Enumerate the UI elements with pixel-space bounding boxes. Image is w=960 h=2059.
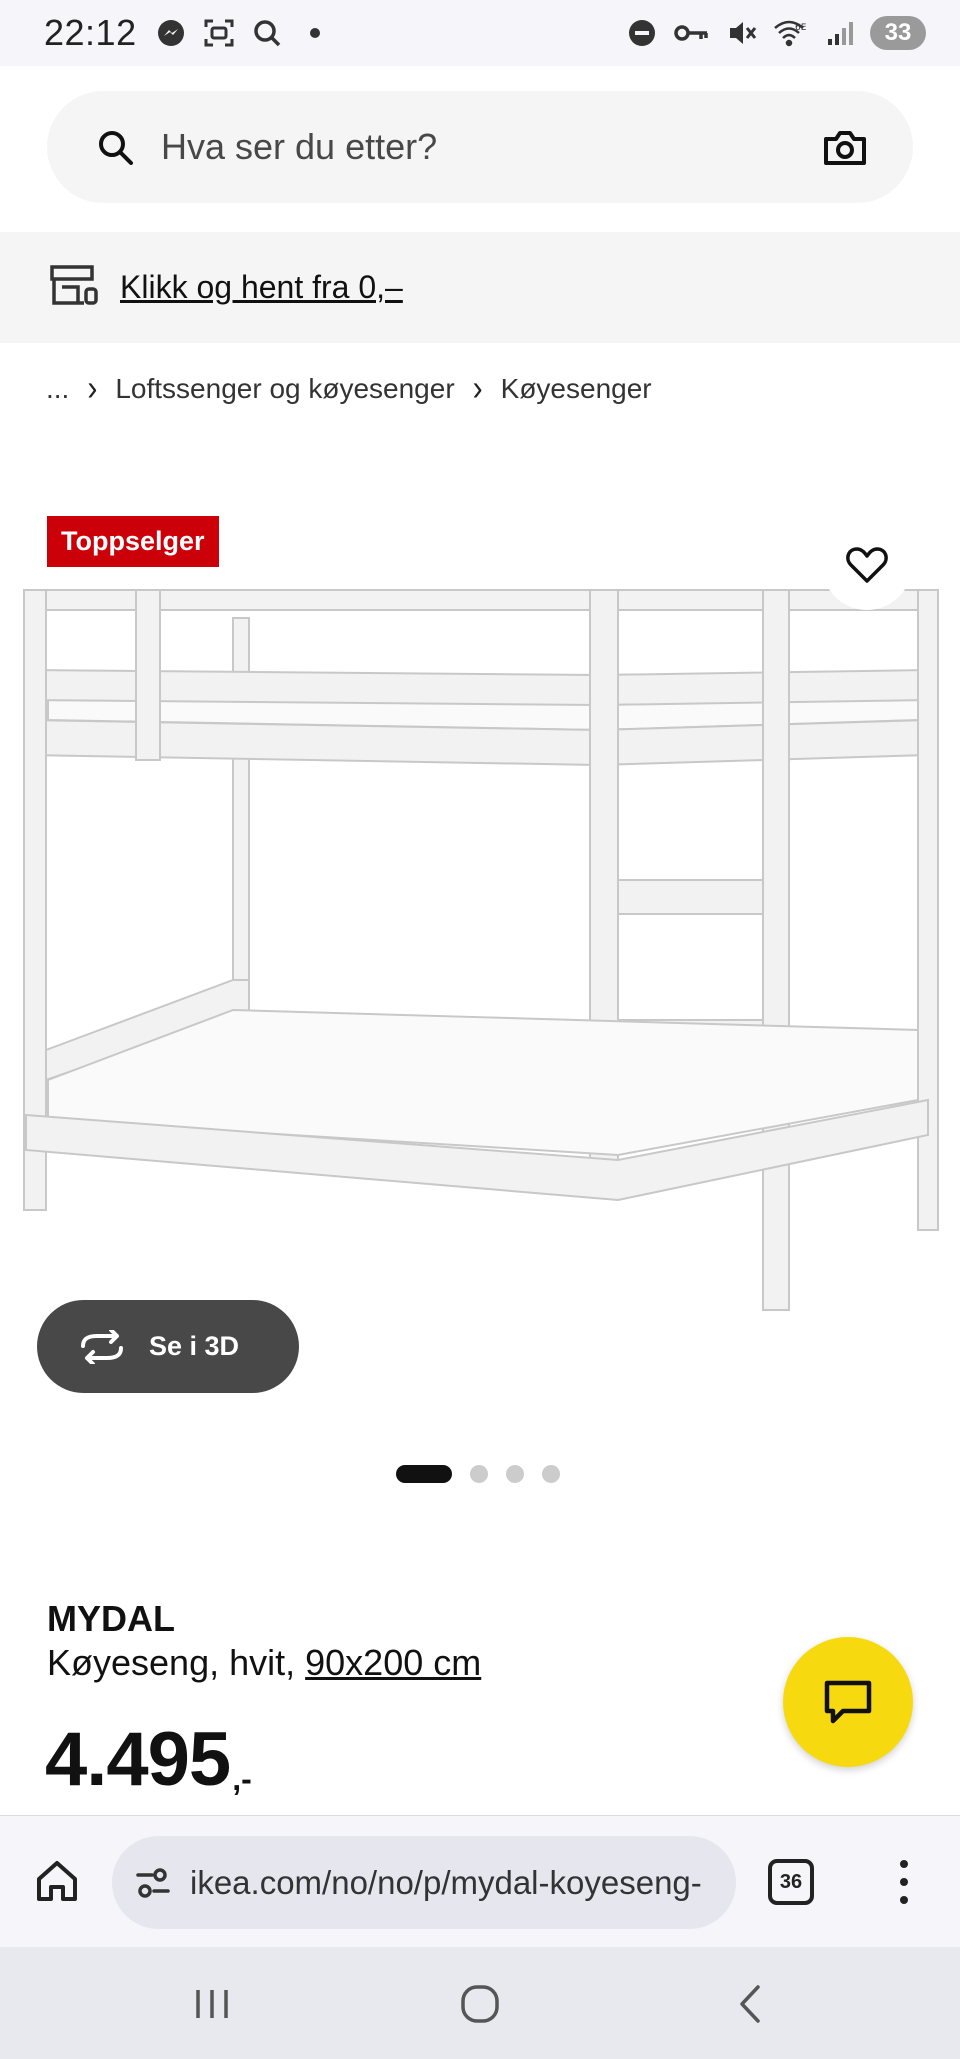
carousel-indicator — [396, 1465, 560, 1483]
site-settings-icon[interactable] — [134, 1866, 172, 1900]
product-dimension-link[interactable]: 90x200 cm — [305, 1642, 481, 1683]
url-text: ikea.com/no/no/p/mydal-koyeseng- — [190, 1863, 702, 1901]
carousel-dot[interactable] — [506, 1465, 524, 1483]
breadcrumb-item-loft-beds[interactable]: Loftssenger og køyesenger — [115, 373, 454, 405]
product-image — [23, 589, 939, 1311]
battery-indicator: 33 — [870, 16, 926, 50]
carousel-dot[interactable] — [542, 1465, 560, 1483]
click-collect-link[interactable]: Klikk og hent fra 0,– — [120, 269, 403, 306]
view-3d-label: Se i 3D — [149, 1331, 240, 1361]
breadcrumb-more[interactable]: ... — [46, 373, 69, 405]
recent-apps-icon — [196, 1990, 228, 2018]
back-button[interactable] — [720, 1979, 780, 2029]
home-nav-button[interactable] — [450, 1979, 510, 2029]
product-description: Køyeseng, hvit, 90x200 cm — [47, 1642, 481, 1684]
wifi-icon: 6E — [772, 17, 810, 49]
search-icon — [91, 123, 139, 171]
camera-icon[interactable] — [821, 123, 869, 171]
chevron-right-icon: › — [87, 368, 98, 409]
status-time: 22:12 — [44, 12, 137, 53]
status-bar: 22:12 6E 33 — [0, 0, 960, 66]
menu-dot — [900, 1878, 908, 1886]
menu-dot — [900, 1860, 908, 1868]
menu-dot — [900, 1896, 908, 1904]
product-gallery[interactable]: Toppselger Se i 3D — [0, 500, 960, 1483]
screenshot-icon — [203, 17, 235, 49]
tab-switcher-button[interactable]: 36 — [768, 1859, 814, 1905]
mute-icon — [726, 17, 758, 49]
carousel-dot[interactable] — [470, 1465, 488, 1483]
chat-button[interactable] — [783, 1637, 913, 1767]
home-icon — [37, 1861, 77, 1901]
dot-icon — [299, 17, 331, 49]
system-nav-bar — [0, 1947, 960, 2059]
product-name: MYDAL — [47, 1598, 175, 1639]
home-nav-icon — [461, 1985, 499, 2023]
breadcrumb: ... › Loftssenger og køyesenger › Køyese… — [46, 369, 652, 409]
search-status-icon — [251, 17, 283, 49]
search-input[interactable]: Hva ser du etter? — [47, 91, 913, 203]
store-pickup-icon — [48, 263, 100, 312]
top-seller-badge: Toppselger — [47, 516, 219, 567]
signal-icon — [824, 17, 856, 49]
heart-icon — [846, 547, 888, 583]
view-3d-button[interactable]: Se i 3D — [37, 1300, 299, 1393]
key-icon — [672, 17, 712, 49]
chat-icon — [824, 1680, 872, 1724]
rotate-3d-icon — [81, 1329, 123, 1364]
back-icon — [740, 1985, 760, 2023]
product-desc-prefix: Køyeseng, hvit, — [47, 1642, 306, 1683]
home-button[interactable] — [32, 1856, 82, 1906]
recent-apps-button[interactable] — [182, 1979, 242, 2029]
svg-text:6E: 6E — [795, 23, 807, 33]
messenger-icon — [155, 17, 187, 49]
carousel-dot-active[interactable] — [396, 1465, 452, 1483]
browser-menu-button[interactable] — [886, 1856, 922, 1908]
price-integer: 4.495 — [45, 1717, 231, 1802]
search-placeholder: Hva ser du etter? — [161, 126, 438, 167]
favorite-button[interactable] — [822, 520, 912, 610]
chevron-right-icon: › — [472, 368, 483, 409]
address-bar[interactable]: ikea.com/no/no/p/mydal-koyeseng- — [112, 1836, 736, 1929]
breadcrumb-item-bunk-beds[interactable]: Køyesenger — [501, 373, 652, 405]
product-price: 4.495 ,- — [45, 1722, 252, 1798]
price-suffix: ,- — [232, 1760, 252, 1797]
browser-toolbar: ikea.com/no/no/p/mydal-koyeseng- 36 — [0, 1815, 960, 1947]
dnd-icon — [626, 17, 658, 49]
click-collect-bar[interactable]: Klikk og hent fra 0,– — [0, 232, 960, 343]
search-area: Hva ser du etter? — [0, 66, 960, 230]
